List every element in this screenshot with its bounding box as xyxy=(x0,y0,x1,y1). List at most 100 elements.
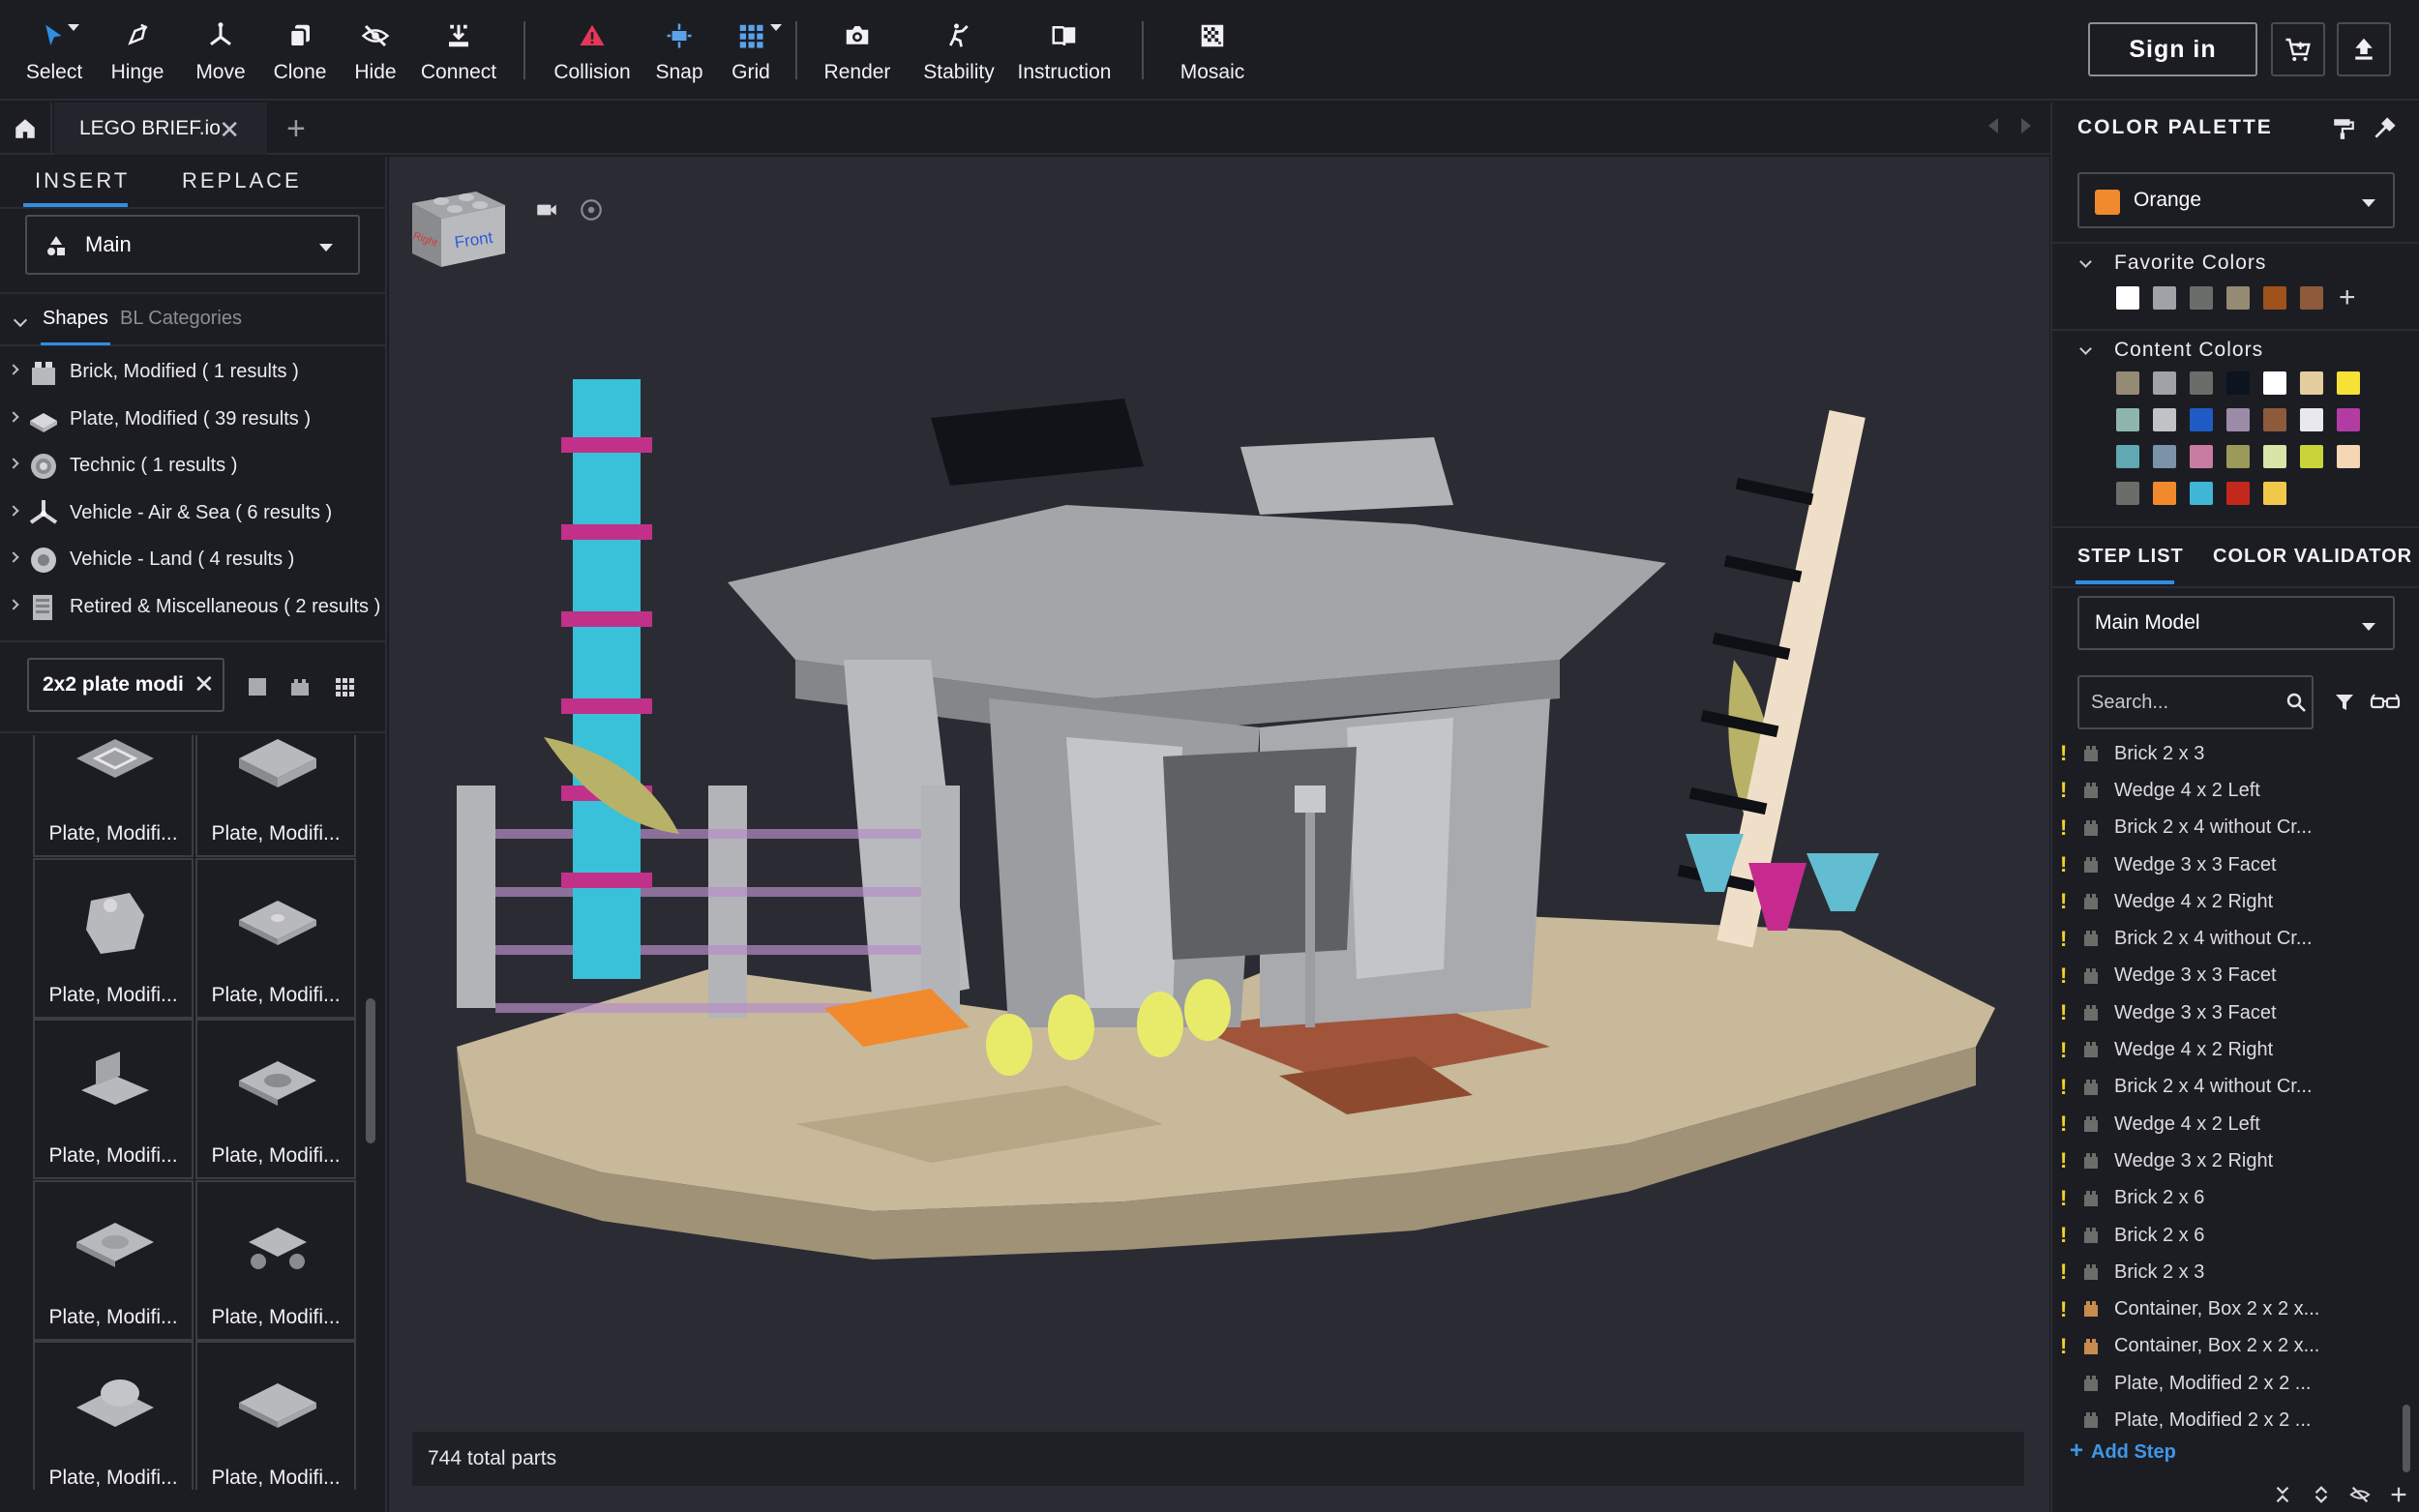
step-item[interactable]: ! Wedge 3 x 2 Right xyxy=(2052,1142,2419,1179)
upload-button[interactable] xyxy=(2337,22,2391,76)
favorite-color-swatch[interactable] xyxy=(2153,286,2176,310)
favorite-color-swatch[interactable] xyxy=(2300,286,2323,310)
content-color-swatch[interactable] xyxy=(2263,482,2286,505)
collapse-all-icon[interactable] xyxy=(2272,1484,2293,1505)
content-color-swatch[interactable] xyxy=(2153,371,2176,395)
step-item[interactable]: ! Brick 2 x 6 xyxy=(2052,1180,2419,1217)
step-item[interactable]: Plate, Modified 2 x 2 ... xyxy=(2052,1365,2419,1402)
expand-chevron-icon[interactable] xyxy=(8,364,19,375)
model-part-select[interactable]: Main xyxy=(25,215,360,275)
step-scrollbar[interactable] xyxy=(2403,1405,2410,1472)
step-item[interactable]: ! Wedge 4 x 2 Right xyxy=(2052,883,2419,920)
part-tile[interactable]: Plate, Modifi... xyxy=(33,1019,194,1180)
content-color-swatch[interactable] xyxy=(2153,445,2176,468)
home-button[interactable] xyxy=(0,103,52,155)
content-color-swatch[interactable] xyxy=(2116,371,2139,395)
content-color-swatch[interactable] xyxy=(2226,482,2250,505)
content-color-swatch[interactable] xyxy=(2116,408,2139,431)
collapse-chevron-icon[interactable] xyxy=(2079,342,2092,355)
step-item[interactable]: ! Wedge 3 x 3 Facet xyxy=(2052,994,2419,1031)
hide-all-icon[interactable] xyxy=(2349,1484,2371,1505)
tab-scroll-left-icon[interactable] xyxy=(1988,118,1998,133)
tab-scroll-right-icon[interactable] xyxy=(2021,118,2031,133)
step-item[interactable]: ! Brick 2 x 3 xyxy=(2052,735,2419,772)
part-tile[interactable]: Plate, Modifi... xyxy=(195,735,356,857)
part-tile[interactable]: Plate, Modifi... xyxy=(195,1019,356,1180)
filter-icon[interactable] xyxy=(2333,691,2356,714)
lego-model-render[interactable] xyxy=(389,157,2049,1512)
part-tile[interactable]: Plate, Modifi... xyxy=(195,1341,356,1490)
camera-mode-button[interactable] xyxy=(528,192,565,228)
part-tile[interactable]: Plate, Modifi... xyxy=(195,857,356,1019)
content-color-swatch[interactable] xyxy=(2226,371,2250,395)
view-brick-icon[interactable] xyxy=(288,675,312,698)
content-color-swatch[interactable] xyxy=(2116,445,2139,468)
view-cube[interactable]: Front Right xyxy=(399,186,515,273)
step-item[interactable]: ! Wedge 3 x 3 Facet xyxy=(2052,846,2419,883)
step-item[interactable]: ! Container, Box 2 x 2 x... xyxy=(2052,1290,2419,1327)
add-step-button[interactable]: + Add Step xyxy=(2070,1438,2176,1465)
step-item[interactable]: ! Brick 2 x 4 without Cr... xyxy=(2052,810,2419,846)
select-tool-button[interactable]: Select xyxy=(15,0,93,101)
tab-step-list[interactable]: STEP LIST xyxy=(2077,546,2184,568)
content-color-swatch[interactable] xyxy=(2116,482,2139,505)
eyedropper-icon[interactable] xyxy=(2372,116,2397,141)
expand-chevron-icon[interactable] xyxy=(8,504,19,517)
content-color-swatch[interactable] xyxy=(2300,371,2323,395)
category-item[interactable]: Plate, Modified ( 39 results ) xyxy=(0,396,387,443)
hinge-tool-button[interactable]: Hinge xyxy=(97,0,178,101)
content-color-swatch[interactable] xyxy=(2337,408,2360,431)
expand-chevron-icon[interactable] xyxy=(8,598,19,610)
step-item[interactable]: ! Brick 2 x 6 xyxy=(2052,1217,2419,1254)
category-item[interactable]: Brick, Modified ( 1 results ) xyxy=(0,348,387,396)
model-select[interactable]: Main Model xyxy=(2077,596,2395,650)
step-item[interactable]: ! Brick 2 x 4 without Cr... xyxy=(2052,920,2419,957)
mosaic-tool-button[interactable]: Mosaic xyxy=(1171,0,1254,101)
category-item[interactable]: Retired & Miscellaneous ( 2 results ) xyxy=(0,583,387,631)
view-grid-icon[interactable] xyxy=(333,675,356,698)
step-item[interactable]: ! Wedge 4 x 2 Right xyxy=(2052,1031,2419,1068)
reset-orbit-button[interactable] xyxy=(573,192,610,228)
expand-chevron-icon[interactable] xyxy=(8,551,19,563)
stability-tool-button[interactable]: Stability xyxy=(913,0,1004,101)
favorite-color-swatch[interactable] xyxy=(2116,286,2139,310)
tab-replace[interactable]: REPLACE xyxy=(182,168,302,193)
favorite-color-swatch[interactable] xyxy=(2190,286,2213,310)
content-color-swatch[interactable] xyxy=(2153,482,2176,505)
step-item[interactable]: ! Container, Box 2 x 2 x... xyxy=(2052,1328,2419,1365)
favorite-color-swatch[interactable] xyxy=(2263,286,2286,310)
step-item[interactable]: ! Wedge 3 x 3 Facet xyxy=(2052,958,2419,994)
collision-tool-button[interactable]: Collision xyxy=(548,0,637,101)
clone-tool-button[interactable]: Clone xyxy=(261,0,339,101)
content-color-swatch[interactable] xyxy=(2263,371,2286,395)
tab-color-validator[interactable]: COLOR VALIDATOR xyxy=(2213,546,2412,568)
render-tool-button[interactable]: Render xyxy=(817,0,898,101)
part-tile[interactable]: Plate, Modifi... xyxy=(33,857,194,1019)
color-select[interactable]: Orange xyxy=(2077,172,2395,228)
favorite-color-swatch[interactable] xyxy=(2226,286,2250,310)
cart-button[interactable] xyxy=(2271,22,2325,76)
content-color-swatch[interactable] xyxy=(2226,445,2250,468)
view-flat-icon[interactable] xyxy=(246,675,269,698)
add-favorite-color-button[interactable]: + xyxy=(2339,283,2356,312)
tab-insert[interactable]: INSERT xyxy=(35,168,130,193)
hide-tool-button[interactable]: Hide xyxy=(341,0,410,101)
content-color-swatch[interactable] xyxy=(2300,445,2323,468)
content-color-swatch[interactable] xyxy=(2337,445,2360,468)
close-tab-icon[interactable]: ✕ xyxy=(219,115,240,145)
expand-all-icon[interactable] xyxy=(2311,1484,2332,1505)
content-color-swatch[interactable] xyxy=(2190,482,2213,505)
tab-bl-categories[interactable]: BL Categories xyxy=(120,308,242,330)
step-item[interactable]: Plate, Modified 2 x 2 ... xyxy=(2052,1402,2419,1438)
expand-chevron-icon[interactable] xyxy=(8,458,19,469)
add-tab-button[interactable]: + xyxy=(286,110,306,148)
tab-shapes[interactable]: Shapes xyxy=(43,308,108,330)
glasses-icon[interactable] xyxy=(2370,691,2401,714)
content-color-swatch[interactable] xyxy=(2153,408,2176,431)
content-color-swatch[interactable] xyxy=(2190,408,2213,431)
content-color-swatch[interactable] xyxy=(2226,408,2250,431)
sign-in-button[interactable]: Sign in xyxy=(2088,22,2257,76)
paint-roller-icon[interactable] xyxy=(2331,116,2356,141)
collapse-chevron-icon[interactable] xyxy=(13,312,28,328)
category-item[interactable]: Technic ( 1 results ) xyxy=(0,442,387,489)
